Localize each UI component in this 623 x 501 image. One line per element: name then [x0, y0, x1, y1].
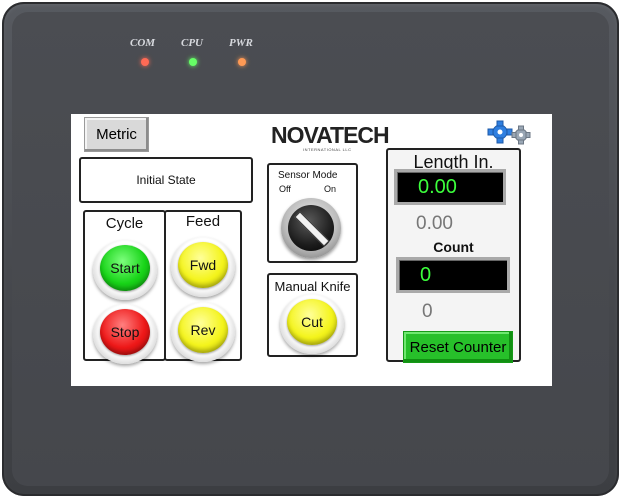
cycle-title: Cycle: [105, 215, 144, 232]
sensor-mode-title: Sensor Mode: [278, 170, 338, 181]
sensor-selector-switch[interactable]: [281, 198, 341, 258]
cycle-group: Cycle Start Stop: [83, 210, 166, 364]
stop-button[interactable]: Stop: [93, 304, 157, 364]
rev-button-cap[interactable]: Rev: [178, 307, 228, 353]
count-display-value: 0: [420, 263, 432, 286]
cut-button[interactable]: Cut: [280, 294, 344, 354]
rev-label: Rev: [190, 322, 216, 338]
stop-label: Stop: [110, 324, 140, 340]
gears-icon[interactable]: [480, 119, 540, 145]
cpu-label: CPU: [181, 37, 203, 49]
selector-pointer: [294, 211, 330, 247]
reset-counter-button[interactable]: Reset Counter: [403, 331, 513, 363]
state-text: Initial State: [136, 173, 196, 187]
fwd-button-cap[interactable]: Fwd: [178, 242, 228, 288]
hmi-screen: Metric Initial State Cycle Start Stop Fe…: [71, 114, 552, 386]
length-display: 0.00: [394, 169, 506, 205]
count-plain-value: 0: [422, 301, 433, 322]
novatech-logo: NOVATECH: [271, 122, 390, 149]
count-title: Count: [433, 239, 474, 255]
selector-knob[interactable]: [288, 205, 334, 251]
pwr-led: [238, 58, 246, 66]
pwr-label: PWR: [229, 37, 253, 49]
com-label: COM: [130, 37, 156, 49]
sensor-mode-group: Sensor Mode Off On: [267, 163, 358, 263]
manual-knife-title: Manual Knife: [274, 279, 351, 294]
manual-knife-group: Manual Knife Cut: [267, 273, 358, 357]
com-led: [141, 58, 149, 66]
fwd-label: Fwd: [189, 257, 217, 273]
cpu-led: [189, 58, 197, 66]
start-button-cap[interactable]: Start: [100, 245, 150, 291]
machine-state-display: Initial State: [79, 157, 253, 203]
feed-title: Feed: [185, 213, 221, 230]
cut-button-cap[interactable]: Cut: [287, 299, 337, 345]
length-plain-value: 0.00: [416, 213, 453, 234]
logo-text: NOVATECH: [271, 122, 390, 148]
length-count-panel: Length In. 0.00 0.00 Count 0 0 Reset Cou…: [386, 148, 521, 363]
start-label: Start: [110, 260, 140, 276]
sensor-on-label: On: [324, 184, 337, 194]
fwd-button[interactable]: Fwd: [171, 237, 235, 297]
sensor-off-label: Off: [279, 184, 291, 194]
stop-button-cap[interactable]: Stop: [100, 309, 150, 355]
logo-subtext: INTERNATIONAL LLC: [303, 147, 352, 152]
start-button[interactable]: Start: [93, 240, 157, 300]
feed-group: Feed Fwd Rev: [164, 210, 242, 362]
length-display-value: 0.00: [418, 175, 457, 198]
rev-button[interactable]: Rev: [171, 302, 235, 362]
metric-button[interactable]: Metric: [84, 117, 149, 152]
count-display: 0: [396, 257, 510, 293]
cut-label: Cut: [301, 314, 323, 330]
